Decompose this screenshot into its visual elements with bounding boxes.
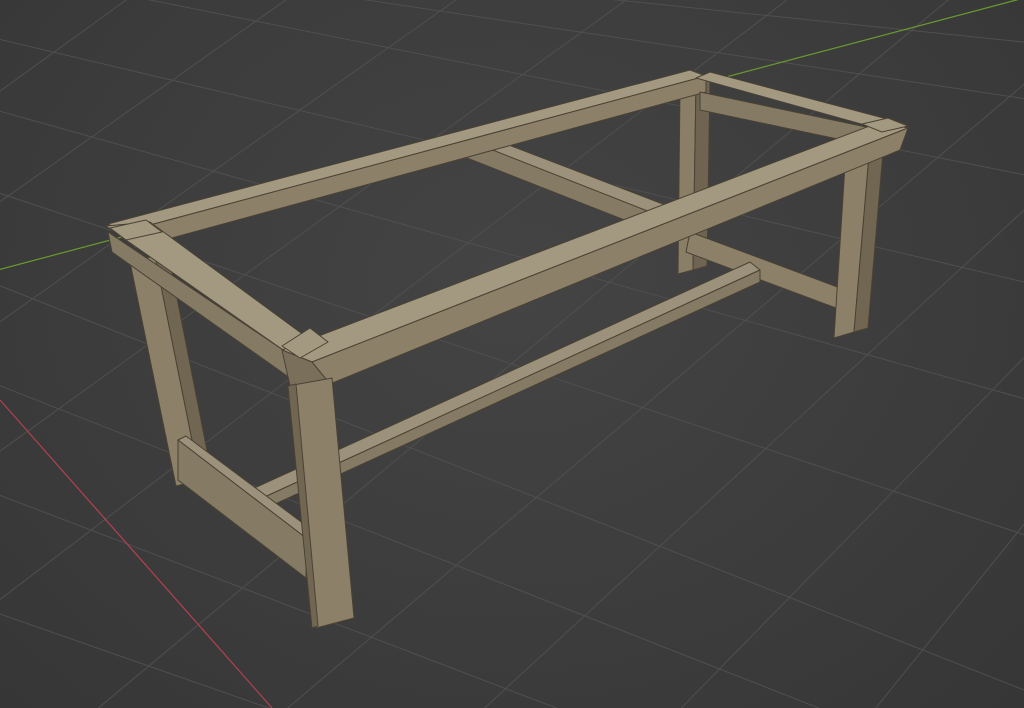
viewport-canvas[interactable] <box>0 0 1024 708</box>
table-frame-object[interactable] <box>105 69 909 629</box>
3d-viewport[interactable] <box>0 0 1024 708</box>
